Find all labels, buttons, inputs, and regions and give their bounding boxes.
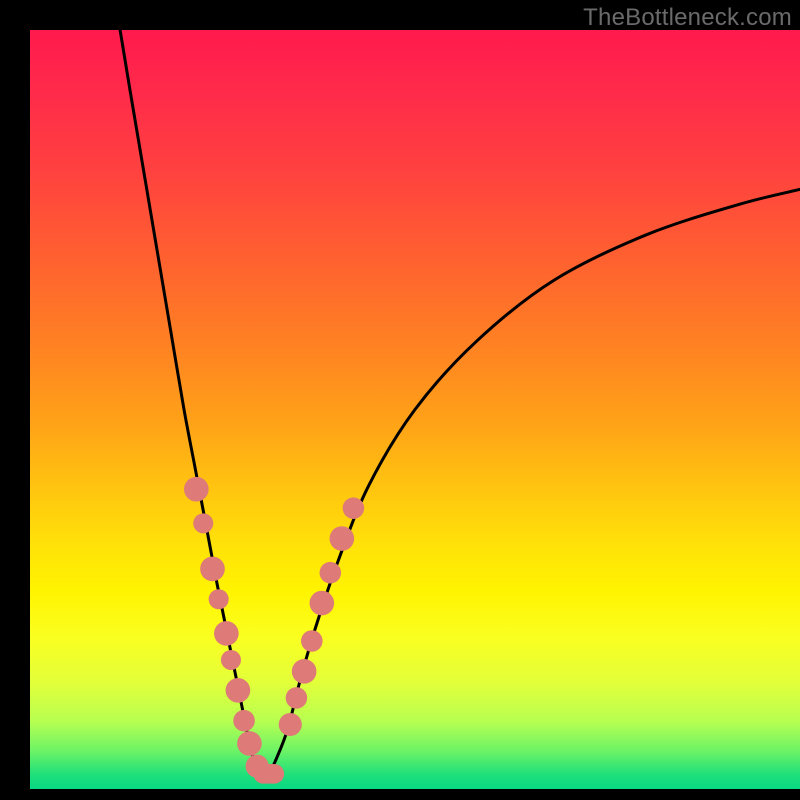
watermark-label: TheBottleneck.com <box>583 4 792 32</box>
chart-frame: TheBottleneck.com <box>0 0 800 800</box>
plot-area <box>30 30 800 789</box>
